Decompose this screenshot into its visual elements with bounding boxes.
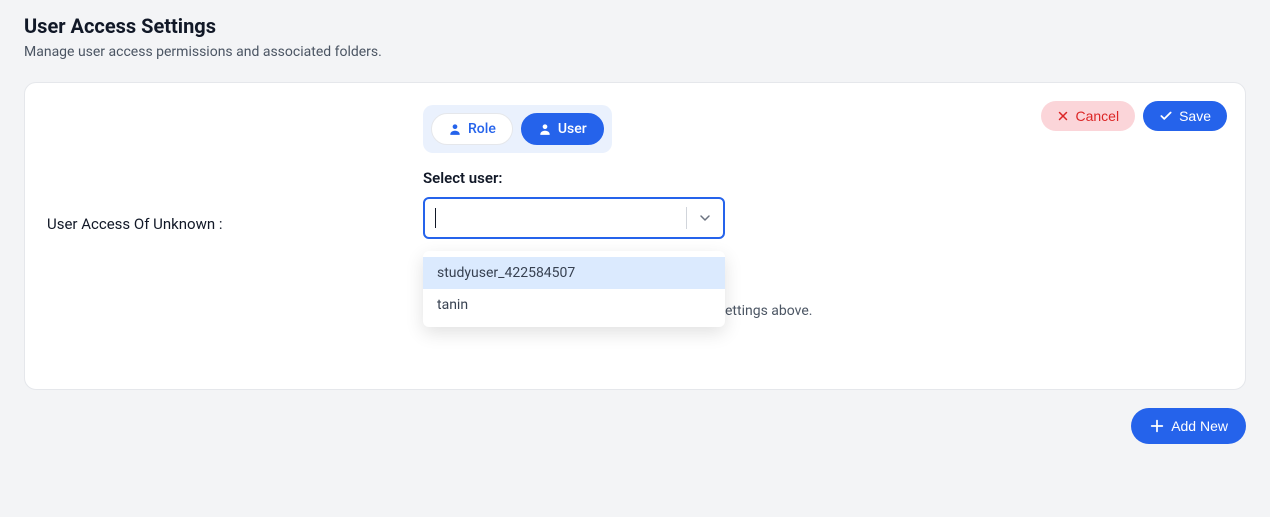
segment-role-label: Role: [468, 122, 496, 136]
plus-icon: [1149, 418, 1165, 434]
user-icon: [538, 122, 552, 136]
select-user-dropdown: studyuser_422584507 tanin: [423, 251, 725, 327]
chevron-down-icon: [697, 210, 713, 226]
select-user-input[interactable]: [423, 197, 725, 239]
page-subtitle: Manage user access permissions and assoc…: [24, 44, 1246, 60]
role-user-segmented: Role User: [423, 105, 612, 153]
text-caret: [435, 208, 436, 228]
segment-role[interactable]: Role: [431, 113, 513, 145]
select-option[interactable]: tanin: [423, 289, 725, 321]
segment-user[interactable]: User: [521, 113, 604, 145]
page-title: User Access Settings: [24, 14, 1246, 38]
select-value-area[interactable]: [425, 199, 686, 237]
add-new-label: Add New: [1171, 419, 1228, 433]
user-access-card: Cancel Save User Access Of Unknown : Rol…: [24, 82, 1246, 390]
add-new-button[interactable]: Add New: [1131, 408, 1246, 444]
segment-user-label: User: [558, 122, 587, 136]
user-icon: [448, 122, 462, 136]
footer-actions: Add New: [24, 390, 1246, 444]
select-dropdown-indicator[interactable]: [687, 199, 723, 237]
select-user-label: Select user:: [423, 169, 1223, 187]
select-option[interactable]: studyuser_422584507: [423, 257, 725, 289]
user-access-of-label: User Access Of Unknown :: [47, 105, 423, 233]
